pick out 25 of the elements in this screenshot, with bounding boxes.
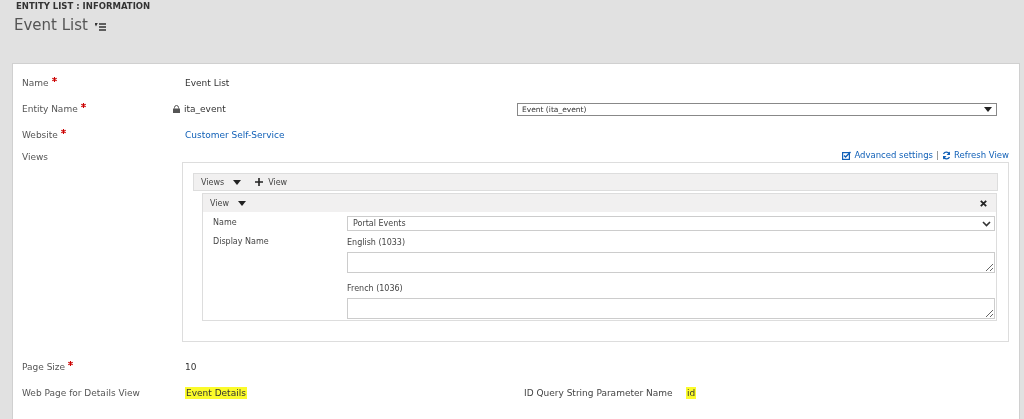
field-value: Event List — [185, 78, 231, 88]
details-page-value: Event Details — [185, 387, 247, 399]
language-label: English (1033) — [347, 236, 407, 249]
language-label: French (1036) — [347, 282, 404, 295]
field-label: Views — [22, 151, 49, 162]
field-label: Entity Name — [22, 104, 78, 114]
field-label: Name — [22, 78, 49, 88]
field-value: ita_event — [184, 104, 226, 114]
field-label: Page Size — [22, 362, 66, 372]
field-label: Display Name — [213, 236, 270, 248]
parameter-value: id — [686, 387, 697, 399]
field-label: Name — [213, 217, 238, 229]
page-title: Event List — [14, 16, 88, 34]
website-link[interactable]: Customer Self-Service — [185, 130, 525, 140]
field-label: Web Page for Details View — [22, 388, 140, 398]
field-label: ID Query String Parameter Name — [524, 388, 674, 398]
breadcrumb: ENTITY LIST : INFORMATION — [16, 0, 152, 11]
field-label: Website — [22, 130, 58, 140]
field-value: 10 — [185, 362, 198, 372]
views-dropdown[interactable]: Views — [201, 177, 242, 187]
view-name-select[interactable]: Portal Events — [347, 216, 995, 231]
refresh-view-link[interactable]: Refresh View — [942, 150, 1009, 160]
add-view-button[interactable]: View — [255, 177, 288, 187]
view-dropdown[interactable]: View — [210, 198, 246, 208]
advanced-settings-link[interactable]: Advanced settings — [842, 150, 933, 160]
